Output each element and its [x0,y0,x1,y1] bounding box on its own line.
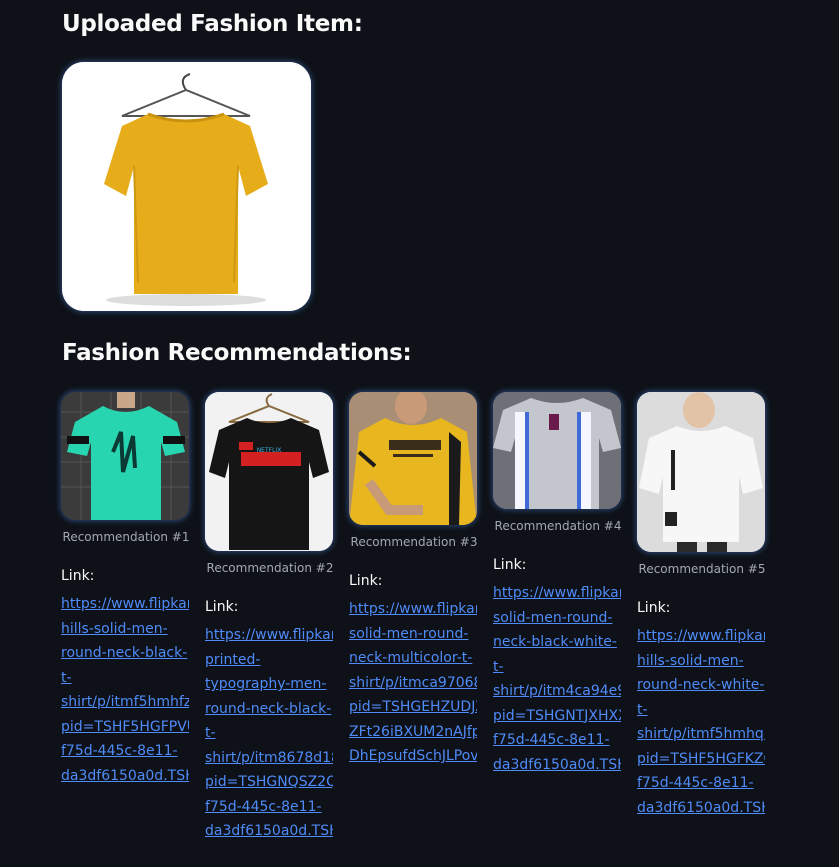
link-line: round-neck-white- [637,677,765,693]
recommendation-link-5[interactable]: https://www.flipkar hills-solid-men- rou… [637,624,765,820]
recommendation-link-3[interactable]: https://www.flipkar solid-men-round- nec… [349,597,477,769]
link-line: round-neck-black- [61,645,188,661]
link-line: shirt/p/itm4ca94e9 [493,683,621,699]
link-line: pid=TSHGNQSZ2QC [205,774,333,790]
link-line: t- [637,701,648,718]
link-line: solid-men-round- [349,625,469,642]
link-label-3: Link: [349,573,383,589]
recommendation-link-2[interactable]: https://www.flipkar printed- typography-… [205,623,333,844]
recommendation-image-2: NETFLIX [205,392,333,551]
link-line: pid=TSHGEHZUDJZ [349,699,477,715]
recommendation-image-5 [637,392,765,552]
link-line: typography-men- [205,676,327,692]
link-line: shirt/p/itm8678d18 [205,749,333,766]
recommendation-link-4[interactable]: https://www.flipkar solid-men-round- nec… [493,581,621,777]
recommendation-image-4 [493,392,621,509]
recommendation-caption-4: Recommendation #4 [494,519,622,533]
recommendation-image-1 [61,392,189,520]
recommendation-card-1: Recommendation #1 Link: https://www.flip… [61,392,191,788]
link-line: neck-multicolor-t- [349,650,473,666]
uploaded-item-image [62,62,311,311]
link-line: da3df6150a0d.TSHG [493,756,621,773]
link-line: t- [205,725,216,741]
recommendations-heading: Fashion Recommendations: [62,340,412,366]
link-line: solid-men-round- [493,609,613,626]
recommendation-caption-5: Recommendation #5 [638,562,766,576]
uploaded-item-heading: Uploaded Fashion Item: [62,11,363,37]
recommendation-card-5: Recommendation #5 Link: https://www.flip… [637,392,767,820]
link-line: DhEpsufdSchJLPov [349,748,477,764]
recommendation-caption-3: Recommendation #3 [350,535,478,549]
link-line: f75d-445c-8e11- [61,743,178,759]
link-line: hills-solid-men- [61,620,168,637]
link-line: printed- [205,651,261,668]
link-label-5: Link: [637,600,671,616]
recommendation-caption-1: Recommendation #1 [62,530,190,544]
link-label-4: Link: [493,557,527,573]
link-line: f75d-445c-8e11- [205,798,322,815]
recommendation-card-4: Recommendation #4 Link: https://www.flip… [493,392,623,777]
link-line: shirt/p/itmf5hmhfz [61,694,189,710]
link-line: hills-solid-men- [637,652,744,669]
link-line: f75d-445c-8e11- [493,732,610,748]
link-line: pid=TSHGNTJXHXXI [493,707,621,724]
link-line: da3df6150a0d.TSHG [205,823,333,839]
link-line: shirt/p/itmca97068 [349,674,477,691]
link-line: pid=TSHF5HGFPVU [61,718,189,735]
link-line: da3df6150a0d.TSHF [637,799,765,816]
recommendation-link-1[interactable]: https://www.flipkar hills-solid-men- rou… [61,592,189,788]
link-line: f75d-445c-8e11- [637,775,754,791]
link-line: t- [61,669,72,686]
recommendation-caption-2: Recommendation #2 [206,561,334,575]
link-line: https://www.flipkar [493,585,621,601]
recommendation-card-2: NETFLIX Recommendation #2 Link: https://… [205,392,335,844]
link-label-2: Link: [205,599,239,615]
link-line: t- [493,658,504,675]
link-line: ZFt26iBXUM2nAJfp [349,723,477,740]
link-line: neck-black-white- [493,634,617,650]
recommendation-image-3 [349,392,477,525]
link-label-1: Link: [61,568,95,584]
link-line: shirt/p/itmf5hmhql [637,726,765,742]
link-line: https://www.flipkar [349,601,477,617]
link-line: https://www.flipkar [637,628,765,644]
link-line: round-neck-black- [205,700,332,717]
link-line: da3df6150a0d.TSHF [61,767,189,784]
link-line: https://www.flipkar [205,627,333,643]
recommendation-card-3: Recommendation #3 Link: https://www.flip… [349,392,479,769]
link-line: pid=TSHF5HGFKZG [637,750,765,767]
link-line: https://www.flipkar [61,596,189,612]
